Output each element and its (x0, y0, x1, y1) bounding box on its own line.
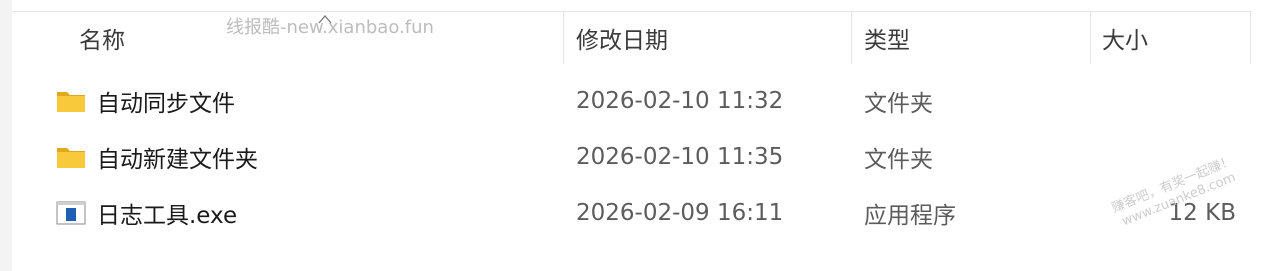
file-date: 2026-02-09 16:11 (576, 200, 784, 226)
file-name: 自动同步文件 (97, 91, 235, 117)
column-header-date[interactable]: 修改日期 (576, 12, 668, 64)
file-size (1102, 74, 1236, 128)
file-name: 自动新建文件夹 (97, 147, 258, 173)
column-divider[interactable] (563, 12, 564, 64)
column-divider[interactable] (851, 12, 852, 64)
file-type: 文件夹 (864, 91, 933, 117)
file-explorer-window: 名称 修改日期 类型 大小 线报酷-new.xianbao.fun 自动同步文件… (0, 0, 1264, 271)
list-item[interactable]: 日志工具.exe 2026-02-09 16:11 应用程序 12 KB (12, 186, 1252, 240)
file-name: 日志工具.exe (97, 203, 238, 229)
watermark-text: 线报酷-new.xianbao.fun (226, 17, 434, 38)
column-header-bar: 名称 修改日期 类型 大小 (12, 12, 1252, 64)
navigation-pane-edge (0, 0, 12, 271)
column-header-type[interactable]: 类型 (864, 12, 910, 64)
column-divider[interactable] (1250, 12, 1251, 64)
list-item[interactable]: 自动新建文件夹 2026-02-10 11:35 文件夹 (12, 130, 1252, 184)
file-date: 2026-02-10 11:32 (576, 88, 784, 114)
file-type: 应用程序 (864, 203, 956, 229)
file-type: 文件夹 (864, 147, 933, 173)
column-header-size[interactable]: 大小 (1102, 12, 1148, 64)
column-header-name[interactable]: 名称 (79, 12, 125, 64)
file-date: 2026-02-10 11:35 (576, 144, 784, 170)
column-divider[interactable] (1090, 12, 1091, 64)
list-item[interactable]: 自动同步文件 2026-02-10 11:32 文件夹 (12, 74, 1252, 128)
